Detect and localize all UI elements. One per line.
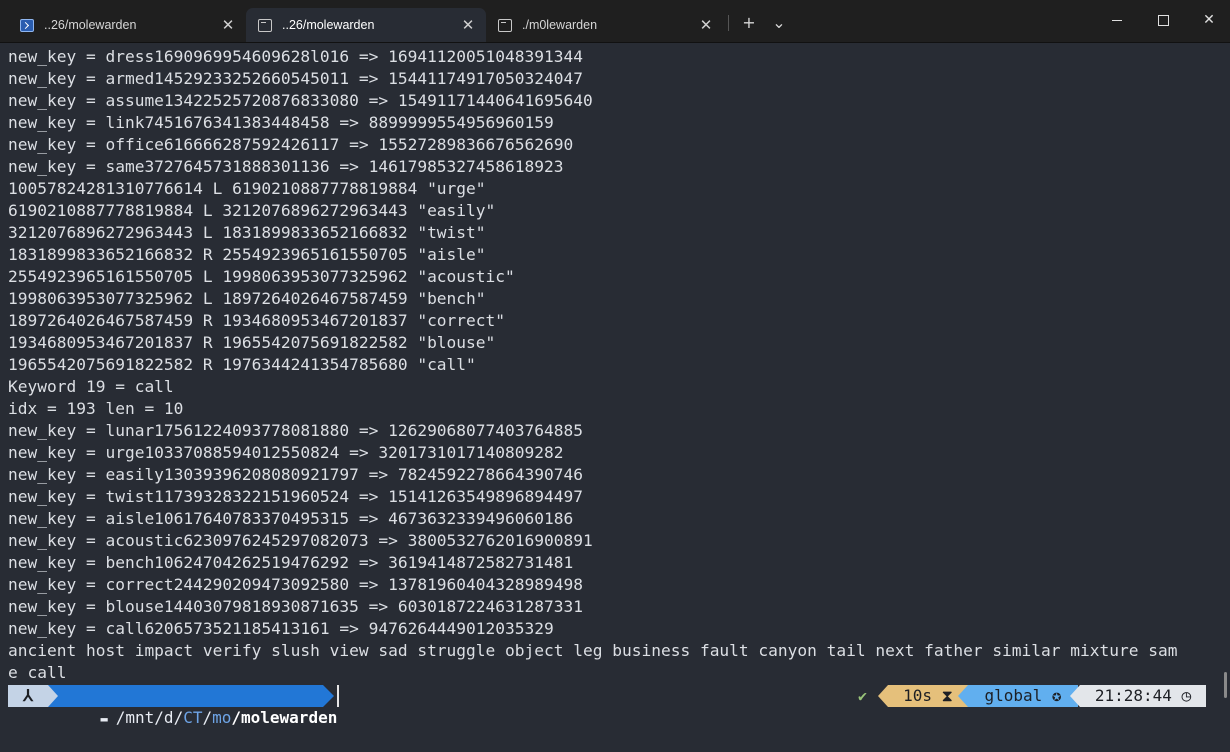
terminal-line: new_key = dress1690969954609628l016 => 1… [8,47,583,66]
maximize-button[interactable] [1140,0,1186,40]
segment-separator [48,685,58,707]
tab-label: ./m0lewarden [522,18,598,32]
terminal-line: new_key = assume13422525720876833080 => … [8,91,593,110]
terminal-line: new_key = correct244290209473092580 => 1… [8,575,583,594]
terminal-line: new_key = twist11739328322151960524 => 1… [8,487,583,506]
tab-3[interactable]: ./m0lewarden ✕ [486,8,724,42]
terminal-line: new_key = aisle10617640783370495315 => 4… [8,509,574,528]
close-window-button[interactable]: ✕ [1186,0,1230,40]
os-segment: ⅄ [8,685,48,707]
terminal-line: 6190210887778819884 L 321207689627296344… [8,201,496,220]
terminal-line: 1897264026467587459 R 193468095346720183… [8,311,506,330]
terminal-line: new_key = link7451676341383448458 => 889… [8,113,554,132]
elapsed-time-segment: 10s ⧗ [888,685,968,707]
environment-segment: global ✪ [968,685,1078,707]
terminal-line: new_key = armed14529233252660545011 => 1… [8,69,583,88]
terminal-line: new_key = easily13039396208080921797 => … [8,465,583,484]
close-tab-icon[interactable]: ✕ [456,16,480,34]
segment-separator [1070,685,1080,707]
close-tab-icon[interactable]: ✕ [216,16,240,34]
scrollbar-thumb[interactable] [1224,672,1227,698]
terminal-line: new_key = urge10337088594012550824 => 32… [8,443,564,462]
text-cursor [337,685,339,707]
terminal-line: 10057824281310776614 L 61902108877788198… [8,179,486,198]
maximize-icon [1157,14,1169,26]
tab-1[interactable]: ..26/molewarden ✕ [8,8,246,42]
terminal-line: idx = 193 len = 10 [8,399,184,418]
terminal-line: 2554923965161550705 L 199806395307732596… [8,267,515,286]
folder-icon: ▬ [100,712,108,726]
terminal-line: Keyword 19 = call [8,377,174,396]
powershell-icon [20,18,34,32]
terminal-line: 1998063953077325962 L 189726402646758745… [8,289,486,308]
close-tab-icon[interactable]: ✕ [694,16,718,34]
clock-segment: 21:28:44 ◷ [1080,685,1206,707]
terminal-line: new_key = acoustic6230976245297082073 =>… [8,531,593,550]
title-bar: ..26/molewarden ✕ ..26/molewarden ✕ ./m0… [0,0,1230,43]
success-check-icon: ✔ [858,687,868,705]
tab-2-active[interactable]: ..26/molewarden ✕ [246,8,486,42]
tab-label: ..26/molewarden [44,18,137,32]
new-tab-button[interactable]: + [734,8,764,36]
terminal-line: new_key = bench10624704262519476292 => 3… [8,553,574,572]
segment-separator [323,685,334,707]
minimize-icon [1112,19,1122,21]
terminal-icon [258,18,272,32]
tab-label: ..26/molewarden [282,18,375,32]
terminal-line: new_key = blouse14403079818930871635 => … [8,597,583,616]
terminal-line: new_key = call6206573521185413161 => 947… [8,619,554,638]
terminal-icon [498,18,512,32]
terminal-line: 3212076896272963443 L 183189983365216683… [8,223,486,242]
terminal-line: ancient host impact verify slush view sa… [8,641,1178,660]
terminal-line: new_key = same3727645731888301136 => 146… [8,157,564,176]
terminal-output[interactable]: new_key = dress1690969954609628l016 => 1… [8,46,1220,684]
tab-dropdown-chevron-icon[interactable]: ⌄ [764,8,794,36]
terminal-line: new_key = office616666287592426117 => 15… [8,135,574,154]
terminal-line: 1965542075691822582 R 197634424135478568… [8,355,476,374]
segment-separator [958,685,968,707]
shell-prompt: ⅄ ▬/mnt/d/CT/mo/molewarden ✔ 10s ⧗ globa… [8,685,1222,727]
segment-separator [878,685,888,707]
path-segment: ▬/mnt/d/CT/mo/molewarden [58,685,337,727]
terminal-line: new_key = lunar17561224093778081880 => 1… [8,421,583,440]
terminal-line: 1831899833652166832 R 255492396516155070… [8,245,486,264]
minimize-button[interactable] [1094,0,1140,40]
terminal-line: e call [8,663,67,682]
tab-divider [728,15,729,31]
terminal-line: 1934680953467201837 R 196554207569182258… [8,333,496,352]
